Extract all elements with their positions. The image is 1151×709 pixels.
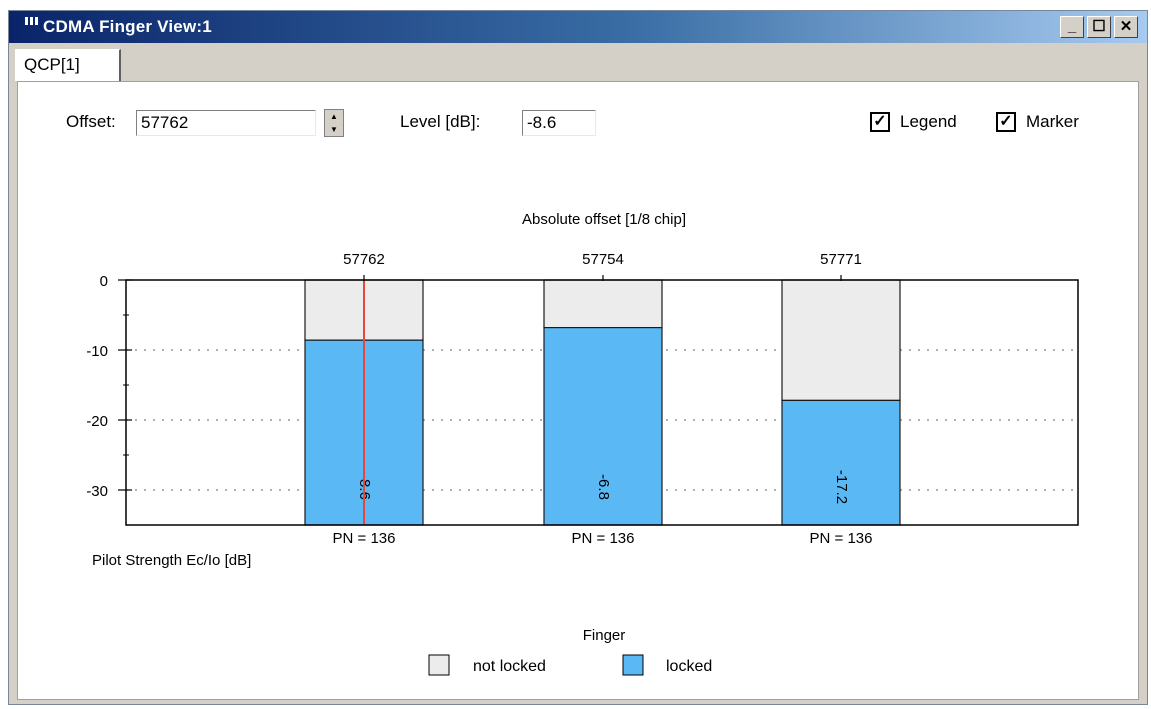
bars: -8.6-6.8-17.2	[304, 279, 901, 526]
tab-strip: QCP[1]	[9, 43, 1147, 81]
y-tick-label: 0	[100, 273, 108, 290]
legend-title: Finger	[583, 627, 626, 644]
legend-swatch-not-locked	[428, 654, 450, 676]
y-tick-label: -20	[86, 413, 108, 430]
finger-view-panel: Offset: 57762 ▲ ▼ Level [dB]: -8.6 ✓ Leg…	[17, 81, 1139, 700]
x-axis-title: Absolute offset [1/8 chip]	[522, 211, 686, 228]
bar-value-label: -17.2	[833, 470, 850, 504]
bar-pn-label: PN = 136	[810, 530, 873, 547]
maximize-button[interactable]: ☐	[1087, 16, 1111, 38]
x-category-label: 57762	[343, 251, 385, 268]
y-tick-label: -30	[86, 483, 108, 500]
finger-chart: -8.6-6.8-17.2 0-10-20-3057762PN = 136577…	[86, 211, 1079, 676]
bar-not-locked	[781, 279, 901, 402]
x-category-label: 57771	[820, 251, 862, 268]
y-tick-label: -10	[86, 343, 108, 360]
bar-pn-label: PN = 136	[572, 530, 635, 547]
legend-label-locked: locked	[666, 658, 712, 675]
bar-not-locked	[543, 279, 663, 329]
x-category-label: 57754	[582, 251, 624, 268]
bar-locked	[781, 399, 901, 526]
cdma-finger-view-window: CDMA Finger View:1 _ ☐ ✕ QCP[1] Offset: …	[8, 10, 1148, 705]
minimize-button[interactable]: _	[1060, 16, 1084, 38]
legend-label-not-locked: not locked	[473, 658, 546, 675]
y-axis-title: Pilot Strength Ec/Io [dB]	[92, 552, 251, 569]
legend-swatch-locked	[622, 654, 644, 676]
close-button[interactable]: ✕	[1114, 16, 1138, 38]
tab-qcp1[interactable]: QCP[1]	[15, 49, 121, 81]
app-icon	[25, 17, 41, 27]
window-title: CDMA Finger View:1	[43, 17, 212, 36]
bar-pn-label: PN = 136	[333, 530, 396, 547]
bar-value-label: -6.8	[595, 474, 612, 500]
title-bar[interactable]: CDMA Finger View:1 _ ☐ ✕	[9, 11, 1147, 43]
